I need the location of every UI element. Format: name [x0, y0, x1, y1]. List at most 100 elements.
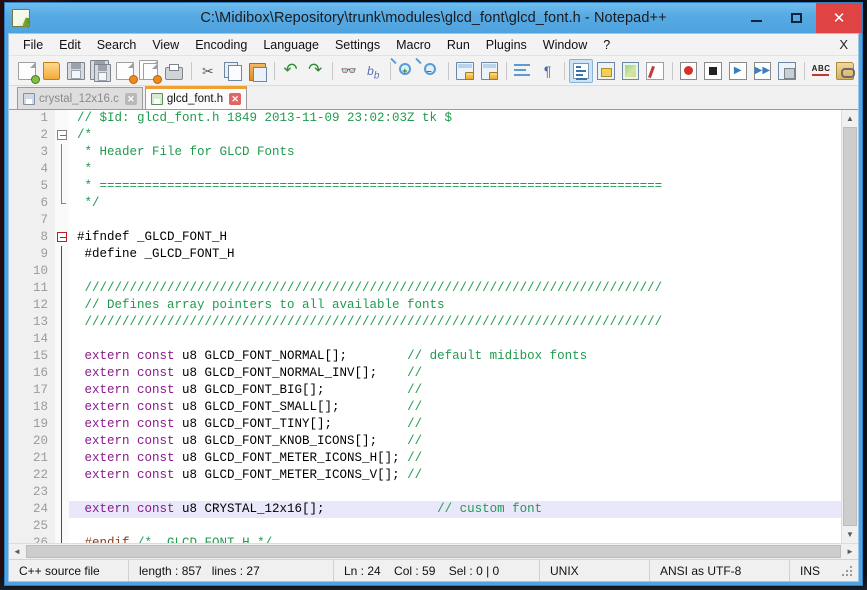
maximize-button[interactable]: [776, 3, 816, 33]
horizontal-scrollbar[interactable]: ◄ ►: [9, 543, 858, 559]
menu-language[interactable]: Language: [255, 36, 327, 54]
fold-margin[interactable]: [55, 433, 69, 450]
function-list-icon[interactable]: [643, 59, 667, 83]
fold-margin[interactable]: [55, 365, 69, 382]
cut-icon[interactable]: ✂: [196, 59, 220, 83]
fold-collapse-icon[interactable]: [57, 130, 67, 140]
code-line[interactable]: 13 /////////////////////////////////////…: [9, 314, 841, 331]
stop-recording-icon[interactable]: [701, 59, 725, 83]
close-file-icon[interactable]: [113, 59, 137, 83]
close-all-files-icon[interactable]: [138, 59, 162, 83]
code-line[interactable]: 12 // Defines array pointers to all avai…: [9, 297, 841, 314]
code-line[interactable]: 20 extern const u8 GLCD_FONT_KNOB_ICONS[…: [9, 433, 841, 450]
fold-margin[interactable]: [55, 178, 69, 195]
undo-icon[interactable]: ↶: [279, 59, 303, 83]
tab-close-icon[interactable]: ✕: [229, 93, 241, 105]
code-line[interactable]: 6 */: [9, 195, 841, 212]
fold-margin[interactable]: [55, 382, 69, 399]
spell-check-icon[interactable]: ABC: [809, 59, 833, 83]
find-icon[interactable]: 👓: [337, 59, 361, 83]
code-line[interactable]: 10: [9, 263, 841, 280]
code-line[interactable]: 3 * Header File for GLCD Fonts: [9, 144, 841, 161]
new-file-icon[interactable]: [15, 59, 39, 83]
fold-collapse-icon[interactable]: [57, 232, 67, 242]
fold-margin[interactable]: [55, 280, 69, 297]
menu-window[interactable]: Window: [535, 36, 595, 54]
code-line[interactable]: 8#ifndef _GLCD_FONT_H: [9, 229, 841, 246]
code-editor[interactable]: 1// $Id: glcd_font.h 1849 2013-11-09 23:…: [9, 110, 841, 543]
fold-margin[interactable]: [55, 263, 69, 280]
indent-guide-icon[interactable]: [569, 59, 593, 83]
code-line[interactable]: 22 extern const u8 GLCD_FONT_METER_ICONS…: [9, 467, 841, 484]
user-defined-dialog-icon[interactable]: [594, 59, 618, 83]
save-macro-icon[interactable]: [775, 59, 799, 83]
sync-vertical-scroll-icon[interactable]: [453, 59, 477, 83]
fold-margin[interactable]: [55, 229, 69, 246]
resize-grip-icon[interactable]: [842, 564, 856, 578]
minimize-button[interactable]: [736, 3, 776, 33]
print-icon[interactable]: [162, 59, 186, 83]
fold-margin[interactable]: [55, 501, 69, 518]
replace-icon[interactable]: bb: [361, 59, 385, 83]
code-line[interactable]: 2/*: [9, 127, 841, 144]
menu-run[interactable]: Run: [439, 36, 478, 54]
zoom-in-icon[interactable]: +: [395, 59, 419, 83]
fold-margin[interactable]: [55, 331, 69, 348]
close-document-button[interactable]: X: [839, 37, 858, 52]
menu-macro[interactable]: Macro: [388, 36, 439, 54]
open-file-icon[interactable]: [40, 59, 64, 83]
code-line[interactable]: 21 extern const u8 GLCD_FONT_METER_ICONS…: [9, 450, 841, 467]
fold-margin[interactable]: [55, 314, 69, 331]
vertical-scroll-thumb[interactable]: [843, 127, 857, 526]
menu-file[interactable]: File: [15, 36, 51, 54]
open-folder-as-workspace-icon[interactable]: [833, 59, 857, 83]
run-macro-multiple-icon[interactable]: ▶▶: [751, 59, 775, 83]
menu-search[interactable]: Search: [89, 36, 145, 54]
fold-margin[interactable]: [55, 161, 69, 178]
document-map-icon[interactable]: [619, 59, 643, 83]
scroll-up-icon[interactable]: ▲: [842, 110, 858, 127]
code-line[interactable]: 16 extern const u8 GLCD_FONT_NORMAL_INV[…: [9, 365, 841, 382]
fold-margin[interactable]: [55, 518, 69, 535]
code-line[interactable]: 7: [9, 212, 841, 229]
paste-icon[interactable]: [245, 59, 269, 83]
save-icon[interactable]: [64, 59, 88, 83]
sync-horizontal-scroll-icon[interactable]: [478, 59, 502, 83]
code-line[interactable]: 1// $Id: glcd_font.h 1849 2013-11-09 23:…: [9, 110, 841, 127]
start-recording-icon[interactable]: [677, 59, 701, 83]
show-all-characters-icon[interactable]: ¶: [536, 59, 560, 83]
fold-margin[interactable]: [55, 297, 69, 314]
redo-icon[interactable]: ↷: [303, 59, 327, 83]
scroll-left-icon[interactable]: ◄: [9, 544, 25, 559]
code-line[interactable]: 15 extern const u8 GLCD_FONT_NORMAL[]; /…: [9, 348, 841, 365]
word-wrap-icon[interactable]: [511, 59, 535, 83]
tab-close-icon[interactable]: ✕: [125, 93, 137, 105]
menu-view[interactable]: View: [144, 36, 187, 54]
code-line[interactable]: 17 extern const u8 GLCD_FONT_BIG[]; //: [9, 382, 841, 399]
fold-margin[interactable]: [55, 348, 69, 365]
code-line[interactable]: 4 *: [9, 161, 841, 178]
fold-margin[interactable]: [55, 246, 69, 263]
fold-margin[interactable]: [55, 110, 69, 127]
code-line[interactable]: 26 #endif /* _GLCD_FONT_H */: [9, 535, 841, 543]
fold-margin[interactable]: [55, 467, 69, 484]
code-line[interactable]: 24 extern const u8 CRYSTAL_12x16[]; // c…: [9, 501, 841, 518]
menu-plugins[interactable]: Plugins: [478, 36, 535, 54]
play-macro-icon[interactable]: ▶: [726, 59, 750, 83]
tab-glcd-font-h[interactable]: glcd_font.h ✕: [145, 86, 247, 109]
code-line[interactable]: 9 #define _GLCD_FONT_H: [9, 246, 841, 263]
save-all-icon[interactable]: [89, 59, 113, 83]
scroll-right-icon[interactable]: ►: [842, 544, 858, 559]
fold-margin[interactable]: [55, 195, 69, 212]
zoom-out-icon[interactable]: –: [420, 59, 444, 83]
fold-margin[interactable]: [55, 535, 69, 543]
code-line[interactable]: 18 extern const u8 GLCD_FONT_SMALL[]; //: [9, 399, 841, 416]
fold-margin[interactable]: [55, 416, 69, 433]
menu-encoding[interactable]: Encoding: [187, 36, 255, 54]
vertical-scrollbar[interactable]: ▲ ▼: [841, 110, 858, 543]
fold-margin[interactable]: [55, 212, 69, 229]
close-button[interactable]: ✕: [816, 3, 862, 33]
fold-margin[interactable]: [55, 450, 69, 467]
fold-margin[interactable]: [55, 127, 69, 144]
code-line[interactable]: 19 extern const u8 GLCD_FONT_TINY[]; //: [9, 416, 841, 433]
